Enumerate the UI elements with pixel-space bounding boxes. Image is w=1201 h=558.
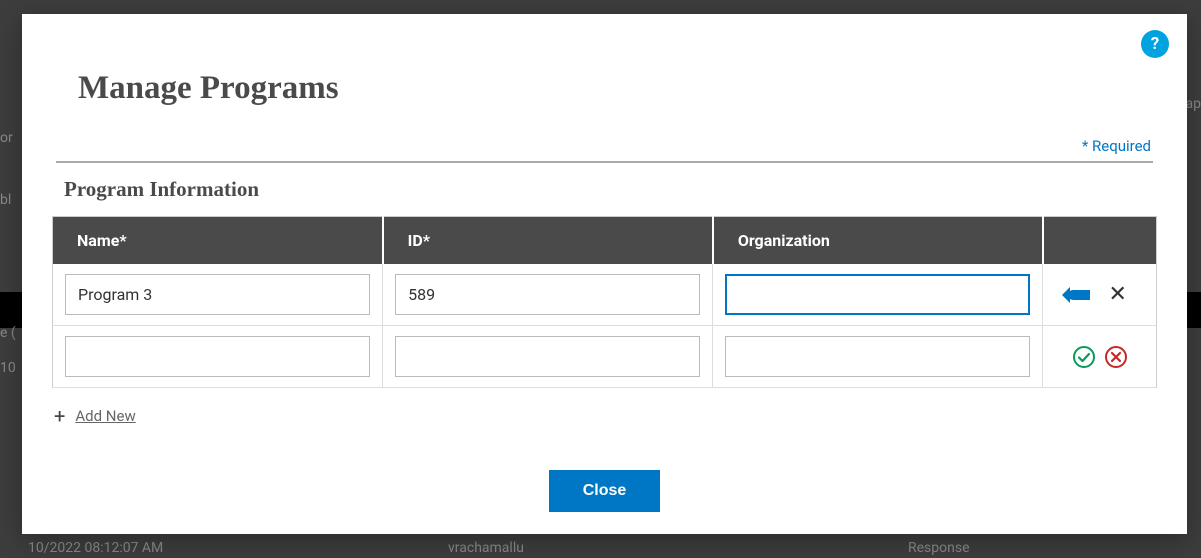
backdrop-text: 10: [0, 360, 16, 376]
backdrop-text: 10/2022 08:12:07 AM: [28, 540, 163, 556]
close-icon: ✕: [1109, 282, 1127, 307]
required-label: * Required: [52, 137, 1151, 155]
manage-programs-modal: ? Manage Programs * Required Program Inf…: [22, 14, 1187, 534]
x-circle-icon: [1104, 345, 1128, 369]
id-input[interactable]: [395, 336, 700, 377]
table-row: ✕: [53, 264, 1157, 326]
name-input[interactable]: [65, 336, 370, 377]
column-header-actions: [1043, 217, 1157, 265]
backdrop-text: e (: [0, 325, 16, 341]
backdrop-text: Response: [908, 540, 970, 556]
backdrop-text: vrachamallu: [448, 540, 524, 556]
delete-row-button[interactable]: ✕: [1104, 281, 1132, 309]
modal-title: Manage Programs: [78, 70, 1157, 107]
program-table: Name* ID* Organization: [52, 216, 1157, 388]
help-icon[interactable]: ?: [1141, 30, 1169, 58]
backdrop-text: ap: [1186, 96, 1201, 112]
backdrop-text: bl: [0, 192, 11, 208]
table-row: [53, 326, 1157, 388]
column-header-id: ID*: [383, 217, 713, 265]
name-input[interactable]: [65, 274, 370, 315]
plus-icon: +: [54, 404, 65, 428]
organization-input[interactable]: [725, 274, 1030, 315]
id-input[interactable]: [395, 274, 700, 315]
check-circle-icon: [1072, 345, 1096, 369]
column-header-organization: Organization: [713, 217, 1043, 265]
confirm-row-button[interactable]: [1070, 343, 1098, 371]
help-icon-label: ?: [1151, 34, 1159, 54]
divider: [56, 161, 1153, 163]
section-title: Program Information: [64, 177, 1157, 202]
add-new-button[interactable]: + Add New: [54, 404, 1157, 428]
close-button[interactable]: Close: [549, 470, 661, 512]
table-header: Name* ID* Organization: [53, 217, 1157, 265]
add-new-label: Add New: [75, 407, 135, 425]
backdrop-text: or: [0, 130, 13, 146]
organization-input[interactable]: [725, 336, 1030, 377]
column-header-name: Name*: [53, 217, 383, 265]
cancel-row-button[interactable]: [1102, 343, 1130, 371]
close-button-label: Close: [583, 482, 627, 499]
pointer-hint-icon: [1068, 290, 1090, 300]
